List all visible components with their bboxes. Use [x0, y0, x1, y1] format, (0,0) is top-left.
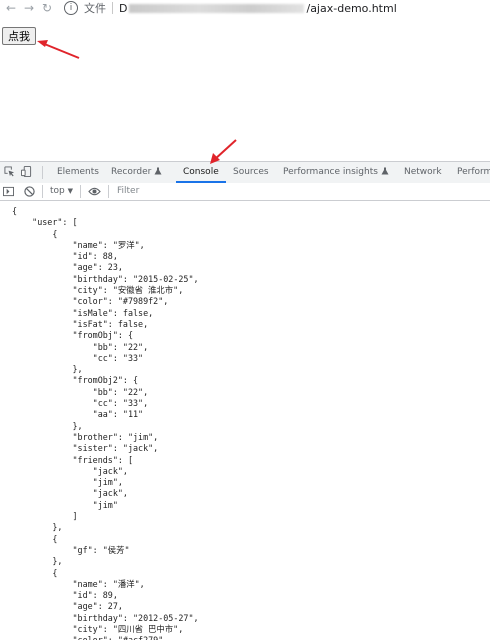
browser-toolbar: ← → ↻ i 文件 D /ajax-demo.html [0, 0, 490, 16]
filter-input[interactable]: Filter [117, 183, 139, 200]
url-text-end[interactable]: /ajax-demo.html [306, 2, 396, 15]
reload-icon[interactable]: ↻ [38, 1, 56, 15]
inspect-element-icon[interactable] [4, 166, 15, 177]
click-me-button[interactable]: 点我 [2, 27, 36, 45]
tab-recorder[interactable]: Recorder [111, 162, 162, 183]
tab-recorder-label: Recorder [111, 167, 152, 177]
context-label: top [50, 186, 65, 196]
tab-performance-insights-label: Performance insights [283, 167, 378, 177]
tab-sources[interactable]: Sources [233, 162, 269, 183]
url-redacted-region [129, 3, 305, 13]
url-divider [112, 2, 113, 14]
toolbar-divider [42, 185, 43, 198]
console-json-log: { "user": [ { "name": "罗洋", "id": 88, "a… [12, 206, 199, 640]
tab-console[interactable]: Console [176, 162, 226, 183]
tab-elements[interactable]: Elements [57, 162, 99, 183]
console-toolbar: top ▼ Filter [0, 183, 490, 201]
experimental-flask-icon [381, 167, 389, 175]
device-toolbar-icon[interactable] [21, 166, 32, 177]
tab-network[interactable]: Network [404, 162, 442, 183]
tab-performance-insights[interactable]: Performance insights [283, 162, 389, 183]
sidebar-toggle-icon[interactable] [3, 186, 14, 197]
toolbar-divider [108, 185, 109, 198]
forward-arrow-icon[interactable]: → [20, 1, 38, 15]
devtools-tab-bar: Elements Recorder Console Sources Perfor… [0, 161, 490, 184]
site-info-icon[interactable]: i [64, 1, 78, 15]
arrow-to-button-icon [37, 40, 80, 59]
chevron-down-icon: ▼ [67, 187, 74, 195]
toolbar-divider [80, 185, 81, 198]
back-arrow-icon[interactable]: ← [2, 1, 20, 15]
context-selector[interactable]: top ▼ [50, 183, 73, 200]
experimental-flask-icon [154, 167, 162, 175]
clear-console-icon[interactable] [24, 186, 35, 197]
console-output: { "user": [ { "name": "罗洋", "id": 88, "a… [0, 201, 490, 640]
url-scheme-label: 文件 [84, 2, 106, 15]
url-text-start[interactable]: D [119, 2, 127, 15]
eye-icon[interactable] [88, 186, 101, 197]
tab-divider [42, 166, 43, 179]
tab-performance[interactable]: Performa [457, 162, 490, 183]
